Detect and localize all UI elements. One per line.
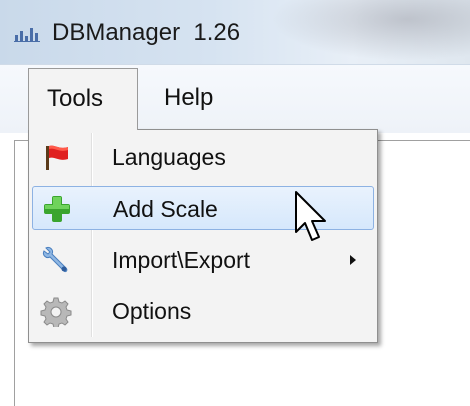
- menu-help-label: Help: [164, 84, 214, 111]
- menu-help[interactable]: Help: [146, 68, 236, 130]
- menu-item-languages[interactable]: Languages: [32, 135, 374, 179]
- menu-item-options-label: Options: [112, 298, 192, 324]
- menu-item-add-scale-label: Add Scale: [113, 196, 218, 222]
- menu-item-options[interactable]: Options: [32, 289, 374, 333]
- menu-item-languages-label: Languages: [112, 144, 226, 170]
- window-title: DBManager 1.26: [52, 19, 241, 46]
- menu-tools-label: Tools: [47, 85, 104, 112]
- title-bar[interactable]: DBManager 1.26: [0, 0, 470, 64]
- gear-icon: [40, 297, 72, 327]
- submenu-arrow-icon: [350, 255, 356, 265]
- green-plus-icon: [44, 196, 70, 222]
- red-flag-icon: [46, 145, 68, 170]
- app-window: DBManager 1.26 Tools Help Languages Add …: [0, 0, 470, 406]
- menu-item-import-export-label: Import\Export: [112, 247, 251, 273]
- db-bars-icon: [14, 28, 40, 42]
- menu-tools[interactable]: Tools: [28, 68, 138, 130]
- wrench-icon: [43, 247, 68, 273]
- mouse-pointer-icon: [295, 191, 326, 241]
